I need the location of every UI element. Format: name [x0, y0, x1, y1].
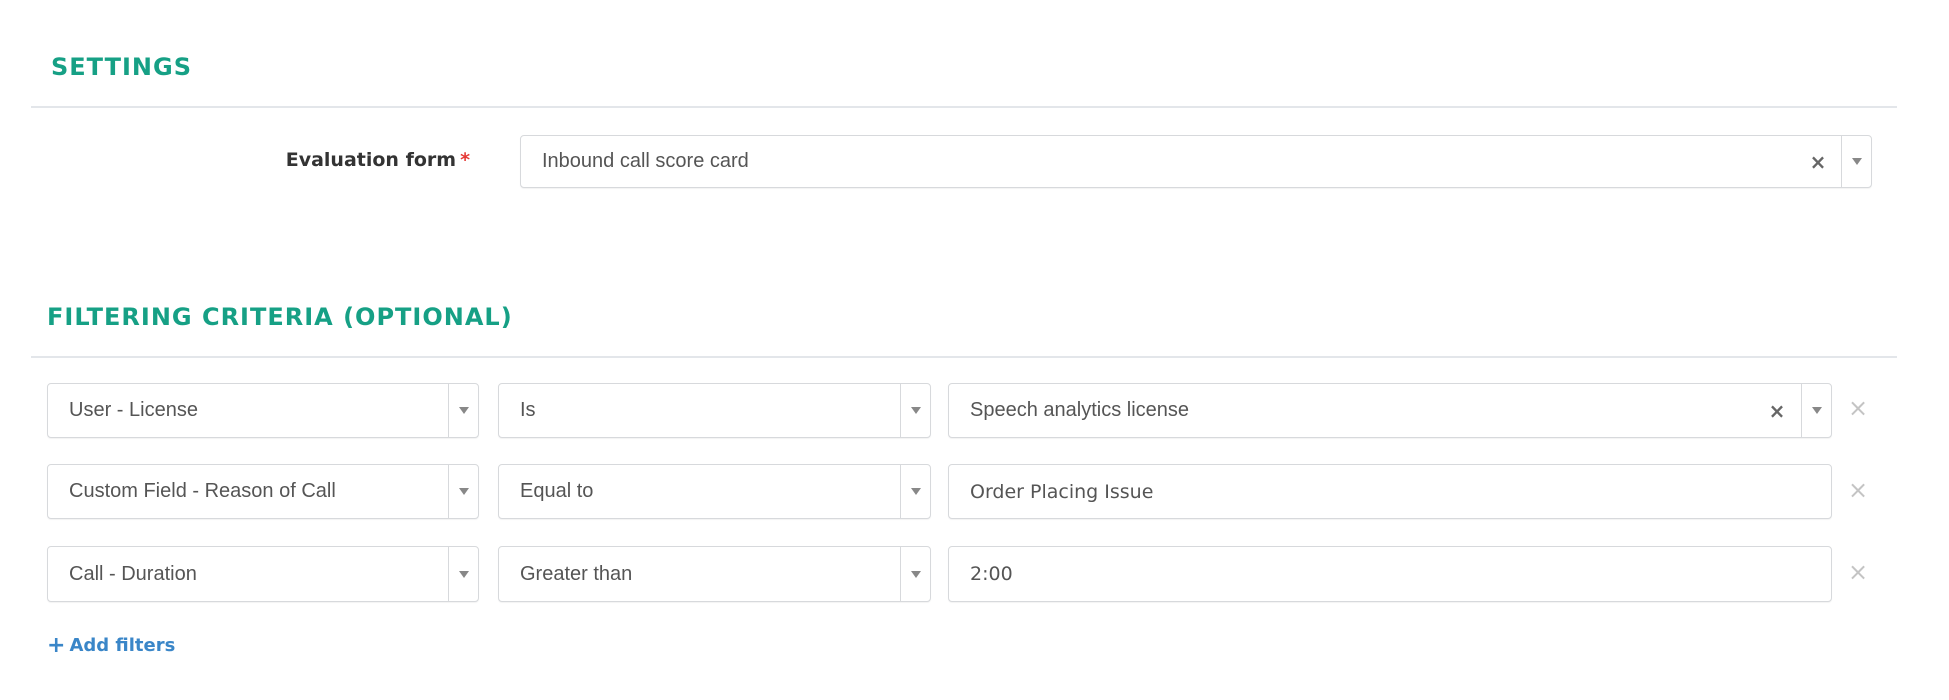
- chevron-down-icon: [458, 488, 469, 495]
- filter-field-select[interactable]: Call - Duration: [47, 546, 479, 602]
- clear-selection-icon[interactable]: ×: [1808, 136, 1828, 187]
- filtering-criteria-heading: FILTERING CRITERIA (OPTIONAL): [47, 303, 513, 331]
- filter-value: 2:00: [970, 563, 1013, 585]
- filtering-divider: [31, 356, 1897, 358]
- chevron-down-icon: [458, 570, 469, 578]
- chevron-down-icon: [1811, 407, 1822, 414]
- filter-value-select[interactable]: Speech analytics license ×: [948, 383, 1832, 438]
- filter-operator-select[interactable]: Equal to: [498, 464, 931, 519]
- clear-selection-icon[interactable]: ×: [1767, 384, 1787, 437]
- chevron-down-icon: [910, 488, 921, 495]
- filter-field-dropdown-toggle[interactable]: [448, 384, 478, 437]
- filter-field-dropdown-toggle[interactable]: [448, 547, 478, 601]
- filter-operator-dropdown-toggle[interactable]: [900, 465, 930, 518]
- filter-row: Custom Field - Reason of Call Equal to O…: [0, 464, 1949, 519]
- filter-value: Speech analytics license: [970, 399, 1190, 421]
- remove-filter-icon[interactable]: ×: [1846, 476, 1870, 504]
- chevron-down-icon: [910, 570, 921, 578]
- filter-row: User - License Is Speech analytics licen…: [0, 383, 1949, 438]
- evaluation-form-label-text: Evaluation form: [285, 149, 457, 171]
- evaluation-form-select[interactable]: Inbound call score card ×: [520, 135, 1872, 188]
- chevron-down-icon: [458, 407, 469, 414]
- filter-operator-value: Equal to: [520, 480, 594, 502]
- remove-filter-icon[interactable]: ×: [1846, 558, 1870, 586]
- filter-operator-select[interactable]: Greater than: [498, 546, 931, 602]
- add-filters-link[interactable]: + Add filters: [47, 635, 175, 657]
- evaluation-form-value: Inbound call score card: [542, 150, 749, 172]
- filter-field-select[interactable]: Custom Field - Reason of Call: [47, 464, 479, 519]
- filter-field-select[interactable]: User - License: [47, 383, 479, 438]
- filter-field-dropdown-toggle[interactable]: [448, 465, 478, 518]
- settings-divider: [31, 106, 1897, 108]
- filter-value-dropdown-toggle[interactable]: [1801, 384, 1831, 437]
- chevron-down-icon: [1851, 158, 1862, 165]
- filter-operator-value: Greater than: [520, 562, 633, 585]
- required-marker: *: [460, 149, 470, 171]
- filter-value-input[interactable]: 2:00: [948, 546, 1832, 602]
- evaluation-form-dropdown-toggle[interactable]: [1841, 136, 1871, 187]
- remove-filter-icon[interactable]: ×: [1846, 394, 1870, 422]
- filter-operator-select[interactable]: Is: [498, 383, 931, 438]
- filter-field-value: Custom Field - Reason of Call: [69, 480, 336, 502]
- filter-operator-value: Is: [520, 399, 536, 421]
- settings-heading: SETTINGS: [51, 53, 192, 81]
- plus-icon: +: [47, 633, 66, 658]
- filter-operator-dropdown-toggle[interactable]: [900, 384, 930, 437]
- filter-field-value: User - License: [69, 399, 198, 421]
- filter-operator-dropdown-toggle[interactable]: [900, 547, 930, 601]
- filter-value-input[interactable]: Order Placing Issue: [948, 464, 1832, 519]
- evaluation-form-label: Evaluation form *: [180, 148, 470, 172]
- filter-field-value: Call - Duration: [69, 562, 197, 585]
- filter-value: Order Placing Issue: [970, 480, 1154, 503]
- add-filters-label: Add filters: [69, 635, 176, 656]
- chevron-down-icon: [910, 407, 921, 414]
- filter-row: Call - Duration Greater than 2:00 ×: [0, 546, 1949, 602]
